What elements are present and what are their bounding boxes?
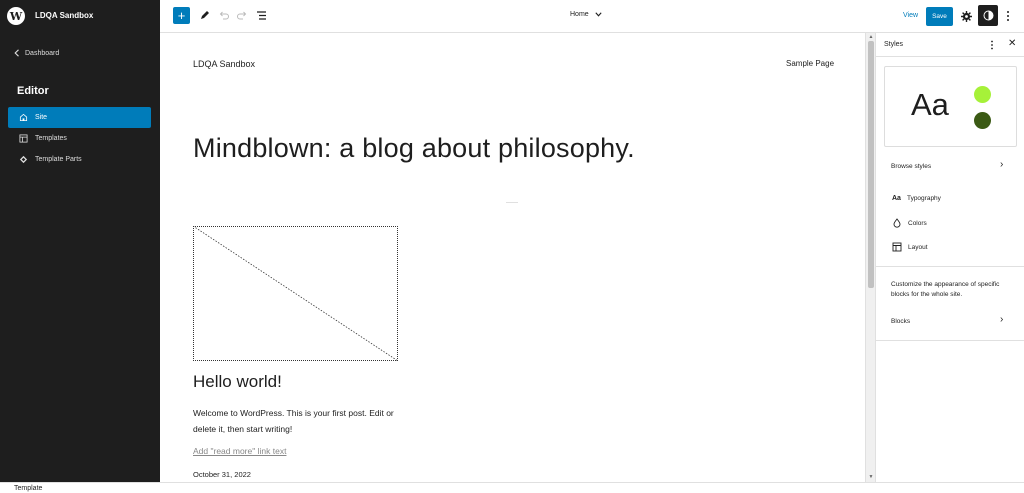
typography-icon: Aa — [892, 195, 901, 202]
template-name: Home — [570, 11, 589, 18]
typography-label: Typography — [906, 195, 941, 202]
add-block-button[interactable]: + — [173, 7, 190, 24]
scroll-down-arrow-icon[interactable]: ▼ — [868, 474, 874, 480]
pencil-icon[interactable] — [198, 9, 211, 22]
browse-styles-label[interactable]: Browse styles — [891, 163, 931, 170]
editor-sidebar: W LDQA Sandbox Dashboard Editor Site Tem… — [0, 0, 160, 482]
chevron-down-icon — [595, 12, 602, 17]
close-icon[interactable]: ✕ — [1008, 38, 1016, 49]
home-icon — [19, 113, 28, 122]
page-heading[interactable]: Mindblown: a blog about philosophy. — [193, 133, 635, 164]
typography-item[interactable]: Aa Typography — [892, 195, 941, 202]
site-name: LDQA Sandbox — [35, 11, 94, 20]
droplet-icon — [893, 218, 901, 228]
colors-label: Colors — [908, 219, 927, 227]
sidebar-item-label: Template Parts — [35, 156, 82, 163]
colors-item[interactable]: Colors — [892, 218, 927, 228]
sidebar-item-site[interactable]: Site — [8, 107, 151, 128]
style-preview[interactable]: Aa — [884, 66, 1017, 147]
secondary-color-swatch — [974, 112, 991, 129]
divider — [876, 266, 1024, 267]
list-view-icon[interactable] — [255, 9, 268, 22]
primary-color-swatch — [974, 86, 991, 103]
post-excerpt[interactable]: Welcome to WordPress. This is your first… — [193, 405, 413, 437]
post-title[interactable]: Hello world! — [193, 372, 282, 392]
sidebar-item-label: Site — [35, 114, 48, 121]
more-options-icon[interactable] — [989, 39, 995, 51]
breadcrumb-template[interactable]: Template — [14, 485, 42, 492]
sidebar-item-templates[interactable]: Templates — [8, 128, 151, 149]
redo-icon[interactable] — [236, 9, 249, 22]
styles-toggle-button[interactable] — [978, 5, 998, 26]
diamond-icon — [19, 155, 28, 164]
editor-canvas[interactable]: LDQA Sandbox Sample Page Mindblown: a bl… — [160, 33, 865, 482]
layout-label: Layout — [908, 243, 928, 251]
nav-link-sample-page[interactable]: Sample Page — [786, 59, 834, 68]
canvas-site-title[interactable]: LDQA Sandbox — [193, 59, 255, 69]
canvas-scrollbar[interactable]: ▲ ▼ — [865, 33, 875, 482]
styles-panel: Styles ✕ Aa Browse styles › Aa Typograph… — [875, 33, 1024, 482]
template-selector[interactable]: Home — [570, 11, 602, 18]
top-toolbar: + Home View Save — [160, 0, 1024, 33]
featured-image-placeholder[interactable] — [193, 226, 398, 361]
layout-icon — [892, 242, 902, 252]
preview-text: Aa — [911, 87, 949, 122]
placeholder-diagonal — [193, 226, 398, 361]
undo-icon[interactable] — [217, 9, 230, 22]
blocks-label[interactable]: Blocks — [891, 318, 910, 325]
editor-title: Editor — [17, 85, 49, 97]
blocks-description: Customize the appearance of specific blo… — [891, 281, 1000, 298]
scroll-thumb[interactable] — [868, 41, 874, 288]
dashboard-label: Dashboard — [25, 49, 60, 57]
more-options-icon[interactable] — [1005, 9, 1011, 23]
footer-breadcrumb: Template — [0, 482, 1024, 493]
dashboard-link[interactable]: Dashboard — [14, 49, 59, 57]
sidebar-item-label: Templates — [35, 135, 67, 142]
view-button[interactable]: View — [903, 12, 918, 19]
gear-icon[interactable] — [960, 10, 973, 23]
save-button[interactable]: Save — [926, 7, 953, 26]
chevron-left-icon — [14, 49, 19, 57]
chevron-right-icon[interactable]: › — [1000, 314, 1003, 325]
half-circle-icon — [983, 10, 993, 21]
scroll-up-arrow-icon[interactable]: ▲ — [868, 34, 874, 40]
styles-panel-title: Styles — [884, 41, 904, 48]
layout-item[interactable]: Layout — [892, 242, 928, 252]
divider — [876, 340, 1024, 341]
post-date[interactable]: October 31, 2022 — [193, 470, 251, 479]
styles-panel-header: Styles ✕ — [876, 33, 1024, 57]
wordpress-logo-icon[interactable]: W — [7, 7, 25, 25]
layout-icon — [19, 134, 28, 143]
separator — [506, 202, 518, 203]
sidebar-item-template-parts[interactable]: Template Parts — [8, 149, 151, 170]
read-more-link[interactable]: Add "read more" link text — [193, 446, 286, 456]
chevron-right-icon[interactable]: › — [1000, 159, 1003, 170]
